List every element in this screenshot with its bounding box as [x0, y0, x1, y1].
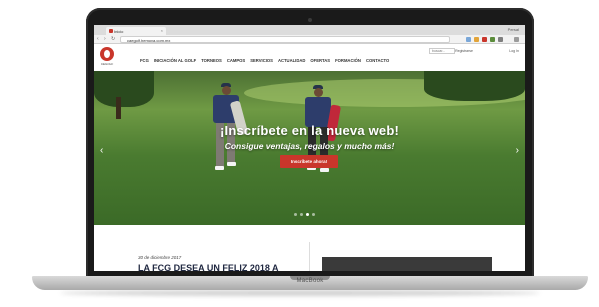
browser-tab[interactable]: Inicio ×	[106, 27, 166, 35]
nav-item-ofertas[interactable]: OFERTAS	[310, 58, 330, 63]
tree-image	[94, 71, 154, 107]
laptop-screen: Inicio × Persal ‹ › ↻ caegolf.hemova.com…	[94, 25, 525, 271]
site-header: CEGOLF buscar... Registrarse Log In FCG …	[94, 44, 525, 71]
slider-dot[interactable]	[312, 213, 315, 216]
signup-button[interactable]: Inscríbete ahora!	[280, 155, 338, 168]
device-label: MacBook	[296, 278, 324, 284]
slider-dot-active[interactable]	[306, 213, 309, 216]
news-section: 30 de diciembre 2017 LA FCG DESEA UN FEL…	[94, 225, 525, 271]
nav-item-formacion[interactable]: FORMACIÓN	[335, 58, 361, 63]
hero-slider: ¡Inscríbete en la nueva web! Consigue ve…	[94, 71, 525, 225]
post-date: 30 de diciembre 2017	[138, 255, 182, 260]
hero-subtitle: Consigue ventajas, regalos y mucho más!	[224, 141, 395, 151]
reload-icon[interactable]: ↻	[111, 36, 115, 42]
extension-icon[interactable]	[490, 37, 495, 42]
favicon-icon	[109, 29, 113, 33]
tab-title: Inicio	[114, 29, 124, 34]
forward-icon[interactable]: ›	[104, 36, 106, 42]
slider-dots	[294, 213, 315, 216]
search-input[interactable]: buscar...	[429, 48, 455, 54]
address-bar[interactable]: caegolf.hemova.com.mx	[120, 36, 450, 43]
nav-item-campos[interactable]: CAMPOS	[227, 58, 245, 63]
extension-icon[interactable]	[474, 37, 479, 42]
laptop-base: MacBook	[32, 276, 588, 290]
hero-title: ¡Inscríbete en la nueva web!	[220, 123, 399, 138]
back-icon[interactable]: ‹	[97, 36, 99, 42]
extension-icon[interactable]	[482, 37, 487, 42]
sidebar-banner	[322, 257, 492, 271]
menu-icon[interactable]	[514, 37, 519, 42]
slider-dot[interactable]	[294, 213, 297, 216]
site-logo[interactable]	[100, 47, 114, 61]
extension-icon[interactable]	[498, 37, 503, 42]
browser-tab-bar: Inicio × Persal	[94, 25, 525, 35]
nav-item-actualidad[interactable]: ACTUALIDAD	[278, 58, 305, 63]
camera-icon	[308, 18, 312, 22]
nav-item-iniciacion[interactable]: INICIACIÓN AL GOLF	[154, 58, 196, 63]
main-nav: FCG INICIACIÓN AL GOLF TORNEOS CAMPOS SE…	[140, 58, 389, 63]
laptop-shadow	[60, 290, 540, 296]
column-divider	[309, 242, 310, 271]
product-photo: Inicio × Persal ‹ › ↻ caegolf.hemova.com…	[0, 0, 599, 307]
register-link[interactable]: Registrarse	[455, 49, 473, 53]
window-user[interactable]: Persal	[508, 27, 519, 32]
logo-text: CEGOLF	[100, 62, 114, 66]
prev-arrow-icon[interactable]: ‹	[100, 145, 103, 156]
browser-toolbar: ‹ › ↻ caegolf.hemova.com.mx	[94, 35, 525, 44]
login-link[interactable]: Log In	[509, 49, 519, 53]
nav-item-servicios[interactable]: SERVICIOS	[250, 58, 273, 63]
nav-item-contacto[interactable]: CONTACTO	[366, 58, 389, 63]
slider-dot[interactable]	[300, 213, 303, 216]
next-arrow-icon[interactable]: ›	[516, 145, 519, 156]
nav-item-torneos[interactable]: TORNEOS	[201, 58, 222, 63]
nav-item-fcg[interactable]: FCG	[140, 58, 149, 63]
star-icon[interactable]	[466, 37, 471, 42]
post-title[interactable]: LA FCG DESEA UN FELIZ 2018 A	[138, 263, 279, 271]
tree-trunk	[116, 97, 121, 119]
tab-close-icon[interactable]: ×	[161, 28, 163, 33]
tree-image	[424, 71, 525, 101]
